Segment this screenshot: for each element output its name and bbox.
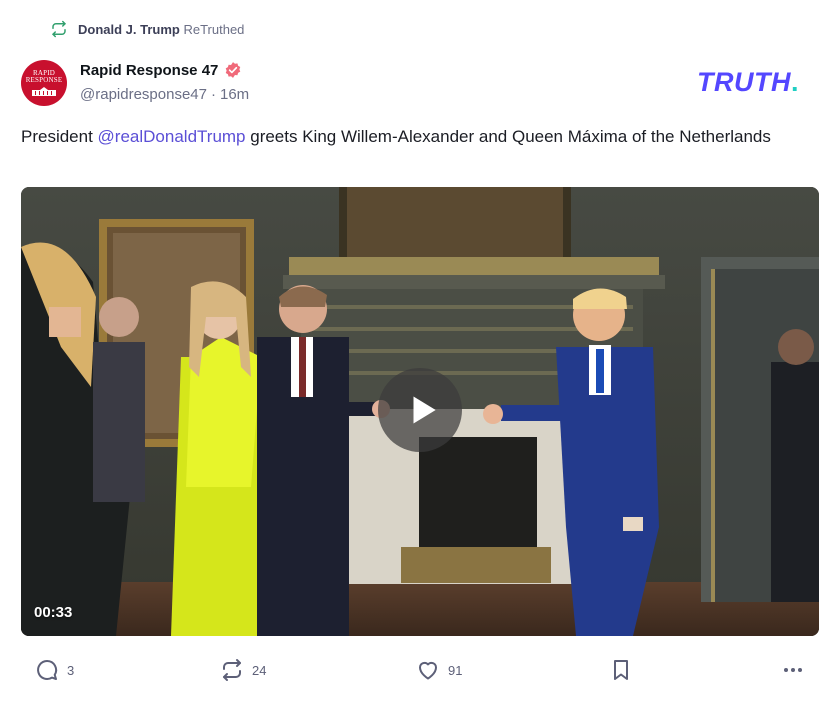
truth-post: Donald J. Trump ReTruthed RAPID RESPONSE… [0,0,840,709]
avatar-text-line-2: RESPONSE [25,76,63,84]
like-button[interactable]: 91 [416,658,462,682]
retruth-button[interactable]: 24 [220,658,266,682]
retruth-icon [50,20,68,38]
post-text: President @realDonaldTrump greets King W… [21,126,781,148]
white-house-icon [32,87,56,96]
truth-logo-text: TRUTH [697,67,791,97]
post-text-after: greets King Willem-Alexander and Queen M… [245,127,771,146]
mention-link[interactable]: @realDonaldTrump [98,127,246,146]
author-handle[interactable]: @rapidresponse47 [80,86,207,103]
retruth-user-link[interactable]: Donald J. Trump [78,22,180,37]
truth-logo: TRUTH. [697,67,799,98]
post-timestamp[interactable]: 16m [220,86,249,103]
play-icon [404,391,442,429]
truth-logo-dot: . [790,67,799,97]
reply-button[interactable]: 3 [35,658,74,682]
video-duration: 00:33 [34,604,73,621]
more-icon [781,658,805,682]
retruth-icon [220,658,244,682]
action-bar: 3 24 91 [0,656,840,686]
like-count: 91 [448,662,463,678]
retruth-count: 24 [252,662,267,678]
retruth-action-label: ReTruthed [183,21,245,37]
bookmark-button[interactable] [609,658,633,682]
play-button[interactable] [378,368,462,452]
verified-badge-icon [224,61,242,79]
author-display-name[interactable]: Rapid Response 47 [80,62,218,79]
author-block: Rapid Response 47 @rapidresponse47 · 16m [80,60,249,104]
bookmark-icon [609,658,633,682]
more-button[interactable] [781,658,805,682]
reply-count: 3 [67,662,75,678]
reply-icon [35,658,59,682]
avatar[interactable]: RAPID RESPONSE [21,60,67,106]
meta-separator: · [210,86,216,103]
post-text-before: President [21,127,98,146]
video-player[interactable]: 00:33 [21,187,819,636]
retruth-header: Donald J. Trump ReTruthed [50,19,244,39]
heart-icon [416,658,440,682]
